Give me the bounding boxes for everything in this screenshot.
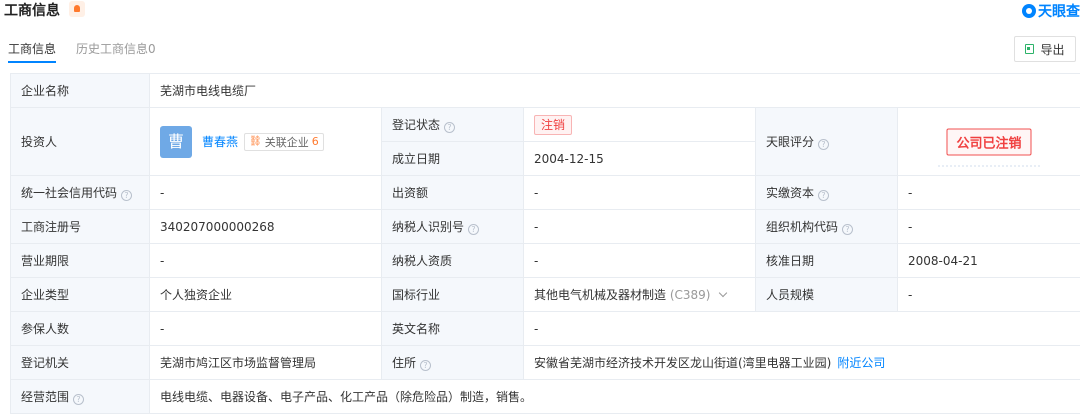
term-value: - (149, 243, 382, 278)
status-badge: 注销 (534, 114, 573, 135)
table-row: 统一社会信用代码? - 出资额 - 实缴资本? - (10, 175, 1080, 210)
table-row: 参保人数 - 英文名称 - (10, 311, 1080, 346)
contribution-value: - (523, 175, 756, 210)
scope-label: 经营范围? (10, 379, 150, 414)
help-icon[interactable]: ? (420, 360, 432, 371)
tab-history-business-info[interactable]: 历史工商信息0 (76, 40, 156, 57)
english-name-label: 英文名称 (381, 311, 524, 346)
tab-bar: 工商信息 历史工商信息0 导出 (0, 36, 1080, 66)
related-companies-count: 6 (311, 135, 319, 148)
company-type-value: 个人独资企业 (149, 277, 382, 312)
nearby-companies-link[interactable]: 附近公司 (837, 356, 885, 370)
link-icon: ⛓ (249, 136, 262, 147)
help-icon[interactable]: ? (444, 122, 456, 133)
taxpayer-id-label: 纳税人识别号? (381, 209, 524, 244)
authority-label: 登记机关 (10, 345, 150, 380)
founded-value: 2004-12-15 (523, 141, 756, 176)
industry-label: 国标行业 (381, 277, 524, 312)
tianyancha-logo-icon (1022, 4, 1036, 18)
help-icon[interactable]: ? (818, 190, 830, 201)
table-row: 营业期限 - 纳税人资质 - 核准日期 2008-04-21 (10, 243, 1080, 278)
section-title: 工商信息 (4, 3, 60, 19)
org-code-label: 组织机构代码? (755, 209, 898, 244)
address-cell: 安徽省芜湖市经济技术开发区龙山街道(湾里电器工业园) 附近公司 (522, 345, 1080, 380)
credit-code-label: 统一社会信用代码? (10, 175, 150, 210)
help-icon[interactable]: ? (818, 139, 830, 150)
table-row: 企业类型 个人独资企业 国标行业 其他电气机械及器材制造 (C389) 人员规模… (10, 277, 1080, 312)
taxpayer-qual-label: 纳税人资质 (381, 243, 524, 278)
taxpayer-id-value: - (523, 209, 756, 244)
reg-no-value: 340207000000268 (149, 209, 382, 244)
table-row: 投资人 曹 曹春燕 ⛓ 关联企业 6 登记状态? 注销 天眼评分? 公司已注销 (10, 107, 1080, 176)
investor-avatar[interactable]: 曹 (160, 125, 192, 158)
english-name-value: - (522, 311, 1080, 346)
chevron-down-icon[interactable] (719, 288, 728, 298)
reg-status-label: 登记状态? (381, 107, 524, 142)
authority-value: 芜湖市鸠江区市场监督管理局 (149, 345, 382, 380)
help-icon[interactable]: ? (842, 224, 854, 235)
brand-name: 天眼查 (1038, 4, 1080, 20)
related-companies-tag[interactable]: ⛓ 关联企业 6 (244, 132, 324, 151)
tab-business-info[interactable]: 工商信息 (8, 40, 57, 63)
investor-name-link[interactable]: 曹春燕 (202, 133, 238, 150)
approval-date-value: 2008-04-21 (896, 243, 1080, 278)
insured-label: 参保人数 (10, 311, 150, 346)
table-row: 企业名称 芜湖市电线电缆厂 (10, 73, 1080, 108)
deregistered-stamp: 公司已注销 (946, 128, 1032, 155)
address-value: 安徽省芜湖市经济技术开发区龙山街道(湾里电器工业园) (534, 356, 832, 370)
brand-logo[interactable]: 天眼查 (1022, 1, 1080, 21)
related-companies-label: 关联企业 (264, 135, 309, 149)
approval-date-label: 核准日期 (755, 243, 898, 278)
industry-value: 其他电气机械及器材制造 (534, 288, 667, 302)
score-label: 天眼评分? (755, 107, 898, 176)
scope-value: 电线电缆、电器设备、电子产品、化工产品（除危险品）制造，销售。 (148, 379, 1080, 414)
reg-status-cell: 注销 (523, 107, 756, 142)
export-button[interactable]: 导出 (1014, 36, 1076, 62)
address-label: 住所? (381, 345, 524, 380)
score-dots (938, 165, 1041, 167)
paid-capital-value: - (896, 175, 1080, 210)
company-type-label: 企业类型 (10, 277, 150, 312)
help-icon[interactable]: ? (121, 190, 133, 201)
credit-code-value: - (149, 175, 382, 210)
section-header: 工商信息 天眼查 (0, 0, 1080, 22)
industry-code: (C389) (669, 288, 711, 302)
investor-cell: 曹 曹春燕 ⛓ 关联企业 6 (149, 107, 382, 176)
table-row: 经营范围? 电线电缆、电器设备、电子产品、化工产品（除危险品）制造，销售。 (10, 379, 1080, 414)
staff-size-value: - (896, 277, 1080, 312)
reg-no-label: 工商注册号 (10, 209, 150, 244)
insured-value: - (149, 311, 382, 346)
table-row: 登记机关 芜湖市鸠江区市场监督管理局 住所? 安徽省芜湖市经济技术开发区龙山街道… (10, 345, 1080, 380)
org-code-value: - (896, 209, 1080, 244)
export-icon (1025, 44, 1035, 54)
term-label: 营业期限 (10, 243, 150, 278)
score-cell: 公司已注销 (896, 107, 1080, 176)
help-icon[interactable]: ? (468, 224, 480, 235)
contribution-label: 出资额 (381, 175, 524, 210)
help-icon[interactable]: ? (73, 394, 85, 405)
bell-icon[interactable] (69, 1, 85, 17)
table-row: 工商注册号 340207000000268 纳税人识别号? - 组织机构代码? … (10, 209, 1080, 244)
taxpayer-qual-value: - (523, 243, 756, 278)
company-name-label: 企业名称 (10, 73, 150, 108)
industry-cell[interactable]: 其他电气机械及器材制造 (C389) (523, 277, 756, 312)
company-name-value: 芜湖市电线电缆厂 (148, 73, 1080, 108)
business-info-table: 企业名称 芜湖市电线电缆厂 投资人 曹 曹春燕 ⛓ 关联企业 6 登记状态? 注… (10, 73, 1080, 414)
investor-label: 投资人 (10, 107, 150, 176)
export-label: 导出 (1040, 42, 1065, 57)
staff-size-label: 人员规模 (755, 277, 898, 312)
paid-capital-label: 实缴资本? (755, 175, 898, 210)
founded-label: 成立日期 (381, 141, 524, 176)
